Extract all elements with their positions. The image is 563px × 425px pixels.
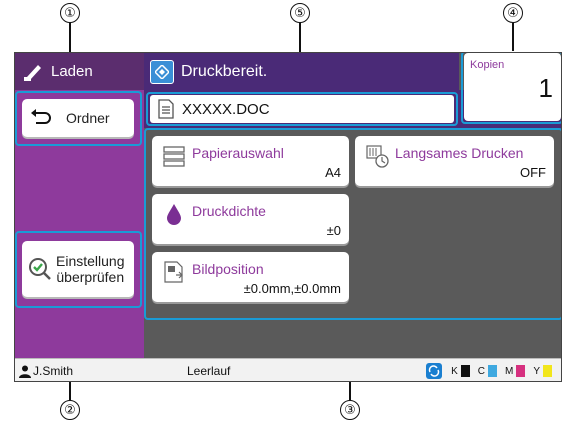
copies-value: 1 xyxy=(538,73,553,103)
image-position-icon xyxy=(164,261,183,283)
user-name: J.Smith xyxy=(33,364,74,378)
function-area: Papierauswahl A4 Langsames Drucken OFF D… xyxy=(144,128,561,358)
paper-select-label: Papierauswahl xyxy=(192,145,284,161)
toner-y-label: Y xyxy=(533,365,540,377)
image-position-value: ±0.0mm,±0.0mm xyxy=(243,281,341,296)
toner-k-label: K xyxy=(451,365,458,377)
document-icon xyxy=(158,99,174,119)
image-position-label: Bildposition xyxy=(192,261,264,277)
status-bar: J.Smith Leerlauf K C M Y xyxy=(15,358,561,381)
paper-select-value: A4 xyxy=(325,165,341,180)
check-button-line2: überprüfen xyxy=(56,269,125,285)
user-icon xyxy=(19,365,31,378)
slow-print-label: Langsames Drucken xyxy=(395,145,524,161)
toner-m-bar xyxy=(516,365,526,377)
mode-tab-label: Laden xyxy=(51,63,93,80)
file-name-field[interactable]: XXXXX.DOC xyxy=(150,95,454,123)
callout-3: ③ xyxy=(340,400,360,420)
toner-levels: K C M Y xyxy=(426,363,561,379)
paper-tray-icon xyxy=(163,146,185,167)
machine-state: Leerlauf xyxy=(187,364,231,378)
back-arrow-icon xyxy=(31,109,51,124)
callout-4-leader xyxy=(512,23,514,51)
print-density-button[interactable]: Druckdichte ±0 xyxy=(152,194,349,244)
print-density-label: Druckdichte xyxy=(192,203,266,219)
toner-y-bar xyxy=(543,365,552,377)
ink-drop-icon xyxy=(167,204,181,225)
check-magnifier-icon xyxy=(29,258,51,280)
callout-4: ④ xyxy=(503,3,523,23)
paper-select-button[interactable]: Papierauswahl A4 xyxy=(152,136,349,186)
image-position-button[interactable]: Bildposition ±0.0mm,±0.0mm xyxy=(152,252,349,302)
pen-icon xyxy=(24,64,41,81)
toner-refresh-icon[interactable] xyxy=(426,363,443,379)
copies-label: Kopien xyxy=(470,59,505,71)
folder-button[interactable]: Ordner xyxy=(22,99,134,137)
folder-button-label: Ordner xyxy=(66,110,110,126)
toner-c-label: C xyxy=(477,365,485,377)
status-header: Druckbereit. xyxy=(144,53,459,90)
printer-panel-screen: Laden Ordner Einstellung überprüfen Druc… xyxy=(14,52,562,382)
file-name: XXXXX.DOC xyxy=(182,100,270,118)
slow-print-value: OFF xyxy=(520,165,546,180)
callout-2: ② xyxy=(60,400,80,420)
slow-print-icon xyxy=(366,145,389,168)
diamond-status-icon xyxy=(150,59,174,84)
toner-m-label: M xyxy=(504,365,514,377)
slow-print-button[interactable]: Langsames Drucken OFF xyxy=(355,136,554,186)
toner-k-bar xyxy=(460,365,470,377)
check-button-line1: Einstellung xyxy=(56,253,125,269)
copies-box[interactable]: Kopien 1 xyxy=(464,53,561,121)
user-info[interactable]: J.Smith xyxy=(15,364,187,378)
status-text: Druckbereit. xyxy=(181,62,268,80)
check-settings-button[interactable]: Einstellung überprüfen xyxy=(22,241,134,297)
mode-tab[interactable]: Laden xyxy=(15,53,144,90)
toner-c-bar xyxy=(487,365,497,377)
print-density-value: ±0 xyxy=(326,223,341,238)
callout-5: ⑤ xyxy=(290,3,310,23)
callout-1: ① xyxy=(60,3,80,23)
